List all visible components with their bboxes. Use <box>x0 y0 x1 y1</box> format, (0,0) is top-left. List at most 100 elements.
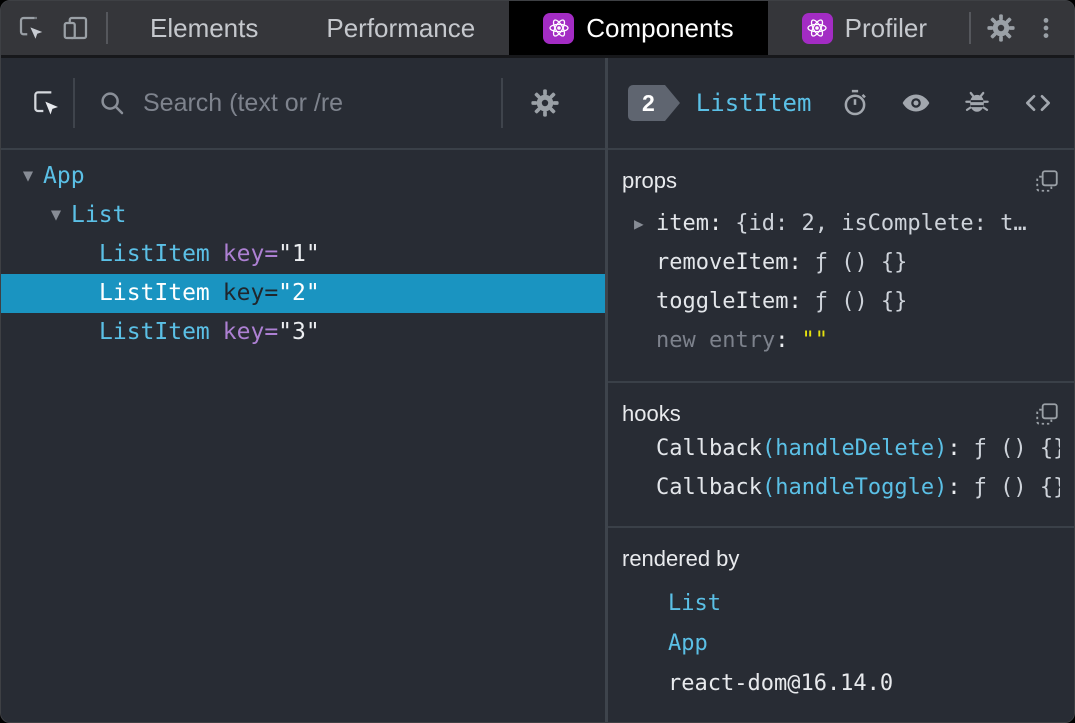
log-component-button[interactable] <box>962 88 992 118</box>
colon: : <box>708 211 723 236</box>
tree-row-listitem-1[interactable]: ListItem key="1" <box>1 235 605 274</box>
prop-value: ƒ () {} <box>814 289 908 314</box>
component-name: ListItem <box>99 241 210 267</box>
hook-name: (handleToggle) <box>761 474 948 500</box>
topbar-divider <box>106 12 108 44</box>
inspect-cursor-icon <box>20 16 43 39</box>
colon: : <box>947 474 961 500</box>
tab-label: Elements <box>149 12 259 43</box>
inspect-cursor-icon <box>34 91 58 115</box>
search-area <box>75 88 501 118</box>
search-icon <box>101 92 124 115</box>
expander-icon[interactable]: ▼ <box>13 157 43 196</box>
view-source-button[interactable] <box>1022 87 1054 119</box>
colon: : <box>947 435 961 461</box>
tree-row-list[interactable]: ▼ List <box>1 196 605 235</box>
suspense-toggle-button[interactable] <box>840 88 870 118</box>
key-value: "2" <box>278 280 320 306</box>
copy-props-button[interactable] <box>1034 168 1060 194</box>
devtools-window: Elements Performance Components Profiler… <box>0 0 1075 723</box>
react-logo-icon <box>801 12 833 44</box>
prop-row-toggleitem[interactable]: toggleItem: ƒ () {} <box>622 282 1060 321</box>
owners-badge[interactable]: 2 <box>628 85 680 121</box>
expander-icon[interactable]: ▼ <box>41 196 71 235</box>
hook-row-handledelete[interactable]: Callback(handleDelete): ƒ () {} <box>622 429 1060 468</box>
prop-row-removeitem[interactable]: removeItem: ƒ () {} <box>622 243 1060 282</box>
gear-icon <box>531 89 559 117</box>
prop-row-new-entry[interactable]: new entry: "" <box>622 321 1060 360</box>
hook-name: (handleDelete) <box>761 435 948 461</box>
hook-value: ƒ () {} <box>973 435 1060 461</box>
devtools-menu-button[interactable] <box>1023 1 1068 55</box>
device-toolbar-button[interactable] <box>54 1 99 55</box>
gear-icon <box>987 14 1015 42</box>
key-value: "1" <box>278 241 320 267</box>
prop-value: ƒ () {} <box>814 250 908 275</box>
bug-icon <box>965 91 989 112</box>
devtools-topbar: Elements Performance Components Profiler <box>1 1 1074 58</box>
tree-row-app[interactable]: ▼ App <box>1 157 605 196</box>
hook-type: Callback <box>656 435 762 461</box>
tree-settings-button[interactable] <box>503 87 587 119</box>
select-component-button[interactable] <box>19 87 73 119</box>
rendered-by-list-link[interactable]: List <box>622 584 1060 624</box>
copy-hooks-button[interactable] <box>1034 401 1060 427</box>
selected-component-title: ListItem <box>695 89 812 117</box>
owners-count: 2 <box>628 85 665 121</box>
tab-components[interactable]: Components <box>509 1 768 55</box>
key-attribute: key= <box>222 319 279 345</box>
tab-label: Performance <box>326 12 476 43</box>
devtools-settings-button[interactable] <box>979 1 1024 55</box>
device-toolbar-icon <box>63 16 87 40</box>
react-logo-icon <box>543 12 575 44</box>
owners-badge-arrow <box>664 85 680 121</box>
colon: : <box>775 328 789 353</box>
prop-value: {id: 2, isComplete: t… <box>735 211 1027 236</box>
rendered-by-section: rendered by List App react-dom@16.14.0 <box>608 528 1074 722</box>
prop-row-item[interactable]: ▶ item: {id: 2, isComplete: t… <box>622 204 1060 243</box>
component-name: ListItem <box>99 280 210 306</box>
key-attribute: key= <box>222 241 279 267</box>
prop-name: item <box>656 211 709 236</box>
inspector-toolbar: 2 ListItem <box>608 58 1074 150</box>
tree-toolbar <box>1 58 605 150</box>
expander-icon[interactable]: ▶ <box>634 204 644 243</box>
components-panel: ▼App ▼List ListItemkey="1" ListItemkey="… <box>1 58 1074 722</box>
component-tree: ▼ App ▼ List ListItem key="1" ListItem key="… <box>1 150 605 722</box>
new-entry-value-field[interactable]: "" <box>801 328 828 353</box>
rendered-by-react-dom-version: react-dom@16.14.0 <box>668 671 894 696</box>
tab-performance[interactable]: Performance <box>292 1 509 55</box>
component-name: List <box>71 202 127 228</box>
inspect-dom-button[interactable] <box>900 87 932 119</box>
rendered-by-title: rendered by <box>622 546 740 571</box>
new-entry-name-field[interactable]: new entry <box>656 328 775 353</box>
key-attribute: key= <box>222 280 279 306</box>
tree-row-listitem-3[interactable]: ListItem key="3" <box>1 313 605 352</box>
eye-icon <box>902 94 930 112</box>
colon: : <box>788 250 802 275</box>
prop-name: removeItem <box>656 250 789 275</box>
tab-profiler[interactable]: Profiler <box>768 1 961 55</box>
rendered-by-app-link[interactable]: App <box>622 624 1060 664</box>
search-input[interactable] <box>143 88 493 118</box>
tab-label: Profiler <box>844 12 927 43</box>
prop-name: toggleItem <box>656 289 789 314</box>
hooks-section: hooks Callback(handleDelete): ƒ () {} Ca… <box>608 383 1074 528</box>
inspect-element-button[interactable] <box>9 1 54 55</box>
copy-icon <box>1036 170 1058 192</box>
hook-value: ƒ () {} <box>973 474 1060 500</box>
colon: : <box>788 289 802 314</box>
key-value: "3" <box>278 319 320 345</box>
hook-row-handletoggle[interactable]: Callback(handleToggle): ƒ () {} <box>622 468 1060 507</box>
topbar-divider <box>969 12 971 44</box>
tree-row-listitem-2-selected[interactable]: ListItem key="2" <box>1 274 605 313</box>
tab-elements[interactable]: Elements <box>116 1 292 55</box>
component-tree-panel: ▼App ▼List ListItemkey="1" ListItemkey="… <box>1 58 605 722</box>
code-brackets-icon <box>1026 95 1050 111</box>
props-section: props ▶ item: {id: 2, isComplete: t… rem… <box>608 150 1074 383</box>
stopwatch-icon <box>844 89 866 116</box>
hook-type: Callback <box>656 474 762 500</box>
hooks-section-title: hooks <box>622 400 681 426</box>
copy-icon <box>1036 403 1058 425</box>
component-name: ListItem <box>99 319 210 345</box>
